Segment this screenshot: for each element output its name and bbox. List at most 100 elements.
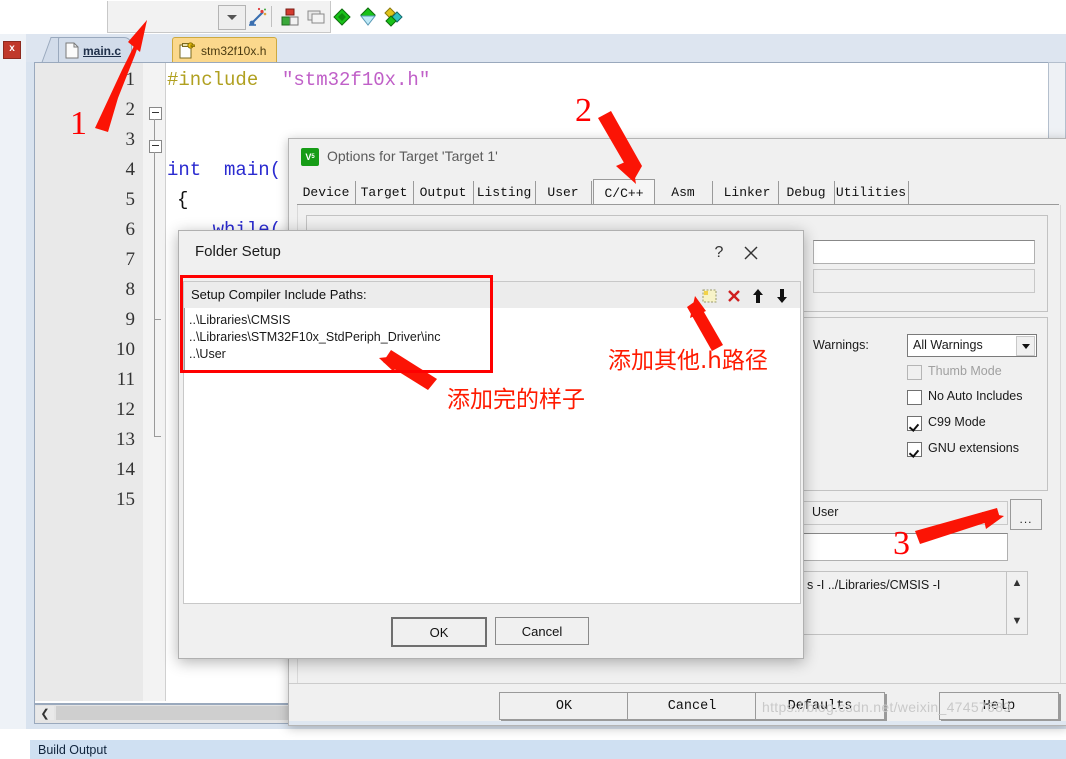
include-paths-header-label: Setup Compiler Include Paths: <box>191 287 367 302</box>
folder-setup-title: Folder Setup <box>195 243 281 260</box>
tab-c-cpp[interactable]: C/C++ <box>593 179 655 207</box>
fold-end <box>154 319 161 320</box>
tab-user[interactable]: User <box>535 181 592 204</box>
tab-output[interactable]: Output <box>413 181 474 204</box>
line-number: 7 <box>125 249 136 270</box>
line-number: 3 <box>125 129 136 150</box>
fold-line <box>154 119 155 140</box>
help-icon[interactable]: ? <box>707 242 731 264</box>
editor-tabstrip: main.c stm32f10x.h <box>26 34 1066 63</box>
code-token: "stm32f10x.h" <box>282 69 431 91</box>
pack-installer-icon[interactable] <box>382 5 406 28</box>
tab-debug[interactable]: Debug <box>778 181 835 204</box>
browse-include-paths-button[interactable]: ... <box>1010 499 1042 530</box>
target-options-wand-icon[interactable] <box>246 5 270 28</box>
line-number: 8 <box>125 279 136 300</box>
dialog-footer-bar <box>289 721 1066 725</box>
tab-listing[interactable]: Listing <box>473 181 536 204</box>
thumb-mode-label: Thumb Mode <box>928 364 1002 378</box>
toolbar-dropdown[interactable] <box>218 5 246 30</box>
multi-project-windows-icon[interactable] <box>304 5 328 28</box>
gnu-extensions-label: GNU extensions <box>928 441 1020 455</box>
compiler-string-scrollbar[interactable]: ▲ ▼ <box>1006 571 1028 635</box>
manage-project-items-icon[interactable] <box>278 5 302 28</box>
fold-marker[interactable] <box>149 107 162 120</box>
include-paths-value: User <box>812 505 839 519</box>
watermark: https://blog.csdn.net/weixin_47457689 <box>762 699 1012 715</box>
configuration-wizard-diamond-icon[interactable] <box>330 5 354 28</box>
tab-device[interactable]: Device <box>297 181 356 204</box>
warnings-label: Warnings: <box>813 338 869 352</box>
toolbar-separator <box>271 6 272 27</box>
cancel-button[interactable]: Cancel <box>495 617 589 645</box>
folder-setup-buttons: OK Cancel <box>179 609 803 658</box>
scroll-left-icon[interactable]: ❮ <box>36 706 54 720</box>
gnu-extensions-checkbox[interactable] <box>907 442 922 457</box>
editor-tab-stm32f10x-h[interactable]: stm32f10x.h <box>172 37 278 63</box>
tab-linker[interactable]: Linker <box>716 181 779 204</box>
move-up-icon[interactable] <box>747 285 768 306</box>
chevron-down-icon[interactable]: ▼ <box>1007 612 1027 630</box>
editor-tab-label: stm32f10x.h <box>201 43 267 58</box>
options-tabbar: Device Target Output Listing User C/C++ … <box>297 179 1059 207</box>
delete-path-icon[interactable] <box>723 285 744 306</box>
header-file-icon <box>179 42 195 59</box>
close-icon[interactable]: x <box>3 41 21 59</box>
build-output-panel-title[interactable]: Build Output <box>30 740 1066 759</box>
c99-mode-label: C99 Mode <box>928 415 986 429</box>
tab-utilities[interactable]: Utilities <box>834 181 909 204</box>
line-number: 14 <box>116 459 135 480</box>
browse-button-label: ... <box>1019 512 1033 526</box>
cancel-button[interactable]: Cancel <box>627 692 757 720</box>
close-icon[interactable] <box>737 242 765 264</box>
new-path-icon[interactable] <box>699 285 720 306</box>
dialog-divider <box>289 683 1066 684</box>
tab-target[interactable]: Target <box>355 181 414 204</box>
editor-tab-main-c[interactable]: main.c <box>58 37 133 63</box>
warnings-value: All Warnings <box>913 338 983 352</box>
warnings-select[interactable]: All Warnings <box>907 334 1037 357</box>
toolbar-group <box>107 1 403 33</box>
include-paths-list-header: Setup Compiler Include Paths: <box>183 281 801 310</box>
define-field[interactable] <box>813 240 1035 264</box>
code-token: int main( <box>167 159 282 181</box>
move-down-icon[interactable] <box>771 285 792 306</box>
fold-line <box>154 152 155 319</box>
line-number: 5 <box>125 189 136 210</box>
thumb-mode-checkbox[interactable] <box>907 365 922 380</box>
line-number: 4 <box>125 159 136 180</box>
list-inner-border <box>184 308 493 372</box>
include-paths-list[interactable]: ..\Libraries\CMSIS ..\Libraries\STM32F10… <box>183 308 801 604</box>
fold-line <box>154 319 155 436</box>
code-token: { <box>177 189 189 211</box>
line-number: 10 <box>116 339 135 360</box>
build-output-label: Build Output <box>38 742 107 757</box>
line-number: 2 <box>125 99 136 120</box>
line-number: 15 <box>116 489 135 510</box>
keil-target-icon: V5 <box>301 148 319 166</box>
no-auto-includes-label: No Auto Includes <box>928 389 1023 403</box>
line-number: 13 <box>116 429 135 450</box>
code-folding-column[interactable] <box>143 63 166 701</box>
fold-end <box>154 436 161 437</box>
tab-asm[interactable]: Asm <box>654 181 713 204</box>
ok-button[interactable]: OK <box>499 692 629 720</box>
compiler-control-string: s -I ../Libraries/CMSIS -I <box>807 578 941 592</box>
document-icon <box>65 42 79 59</box>
undefine-field[interactable] <box>813 269 1035 293</box>
chevron-down-icon <box>227 15 237 20</box>
line-number: 1 <box>125 69 136 90</box>
chevron-down-icon[interactable] <box>1016 336 1035 356</box>
toolbar <box>0 0 1066 34</box>
filter-funnel-icon[interactable] <box>356 5 380 28</box>
chevron-up-icon[interactable]: ▲ <box>1007 574 1027 592</box>
folder-setup-titlebar[interactable]: Folder Setup ? <box>179 231 803 275</box>
left-dock-strip <box>0 34 27 729</box>
no-auto-includes-checkbox[interactable] <box>907 390 922 405</box>
c99-mode-checkbox[interactable] <box>907 416 922 431</box>
line-number: 11 <box>116 369 135 390</box>
ok-button[interactable]: OK <box>391 617 487 647</box>
line-number: 9 <box>125 309 136 330</box>
options-dialog-titlebar[interactable]: V5 Options for Target 'Target 1' <box>289 139 1066 175</box>
fold-marker[interactable] <box>149 140 162 153</box>
